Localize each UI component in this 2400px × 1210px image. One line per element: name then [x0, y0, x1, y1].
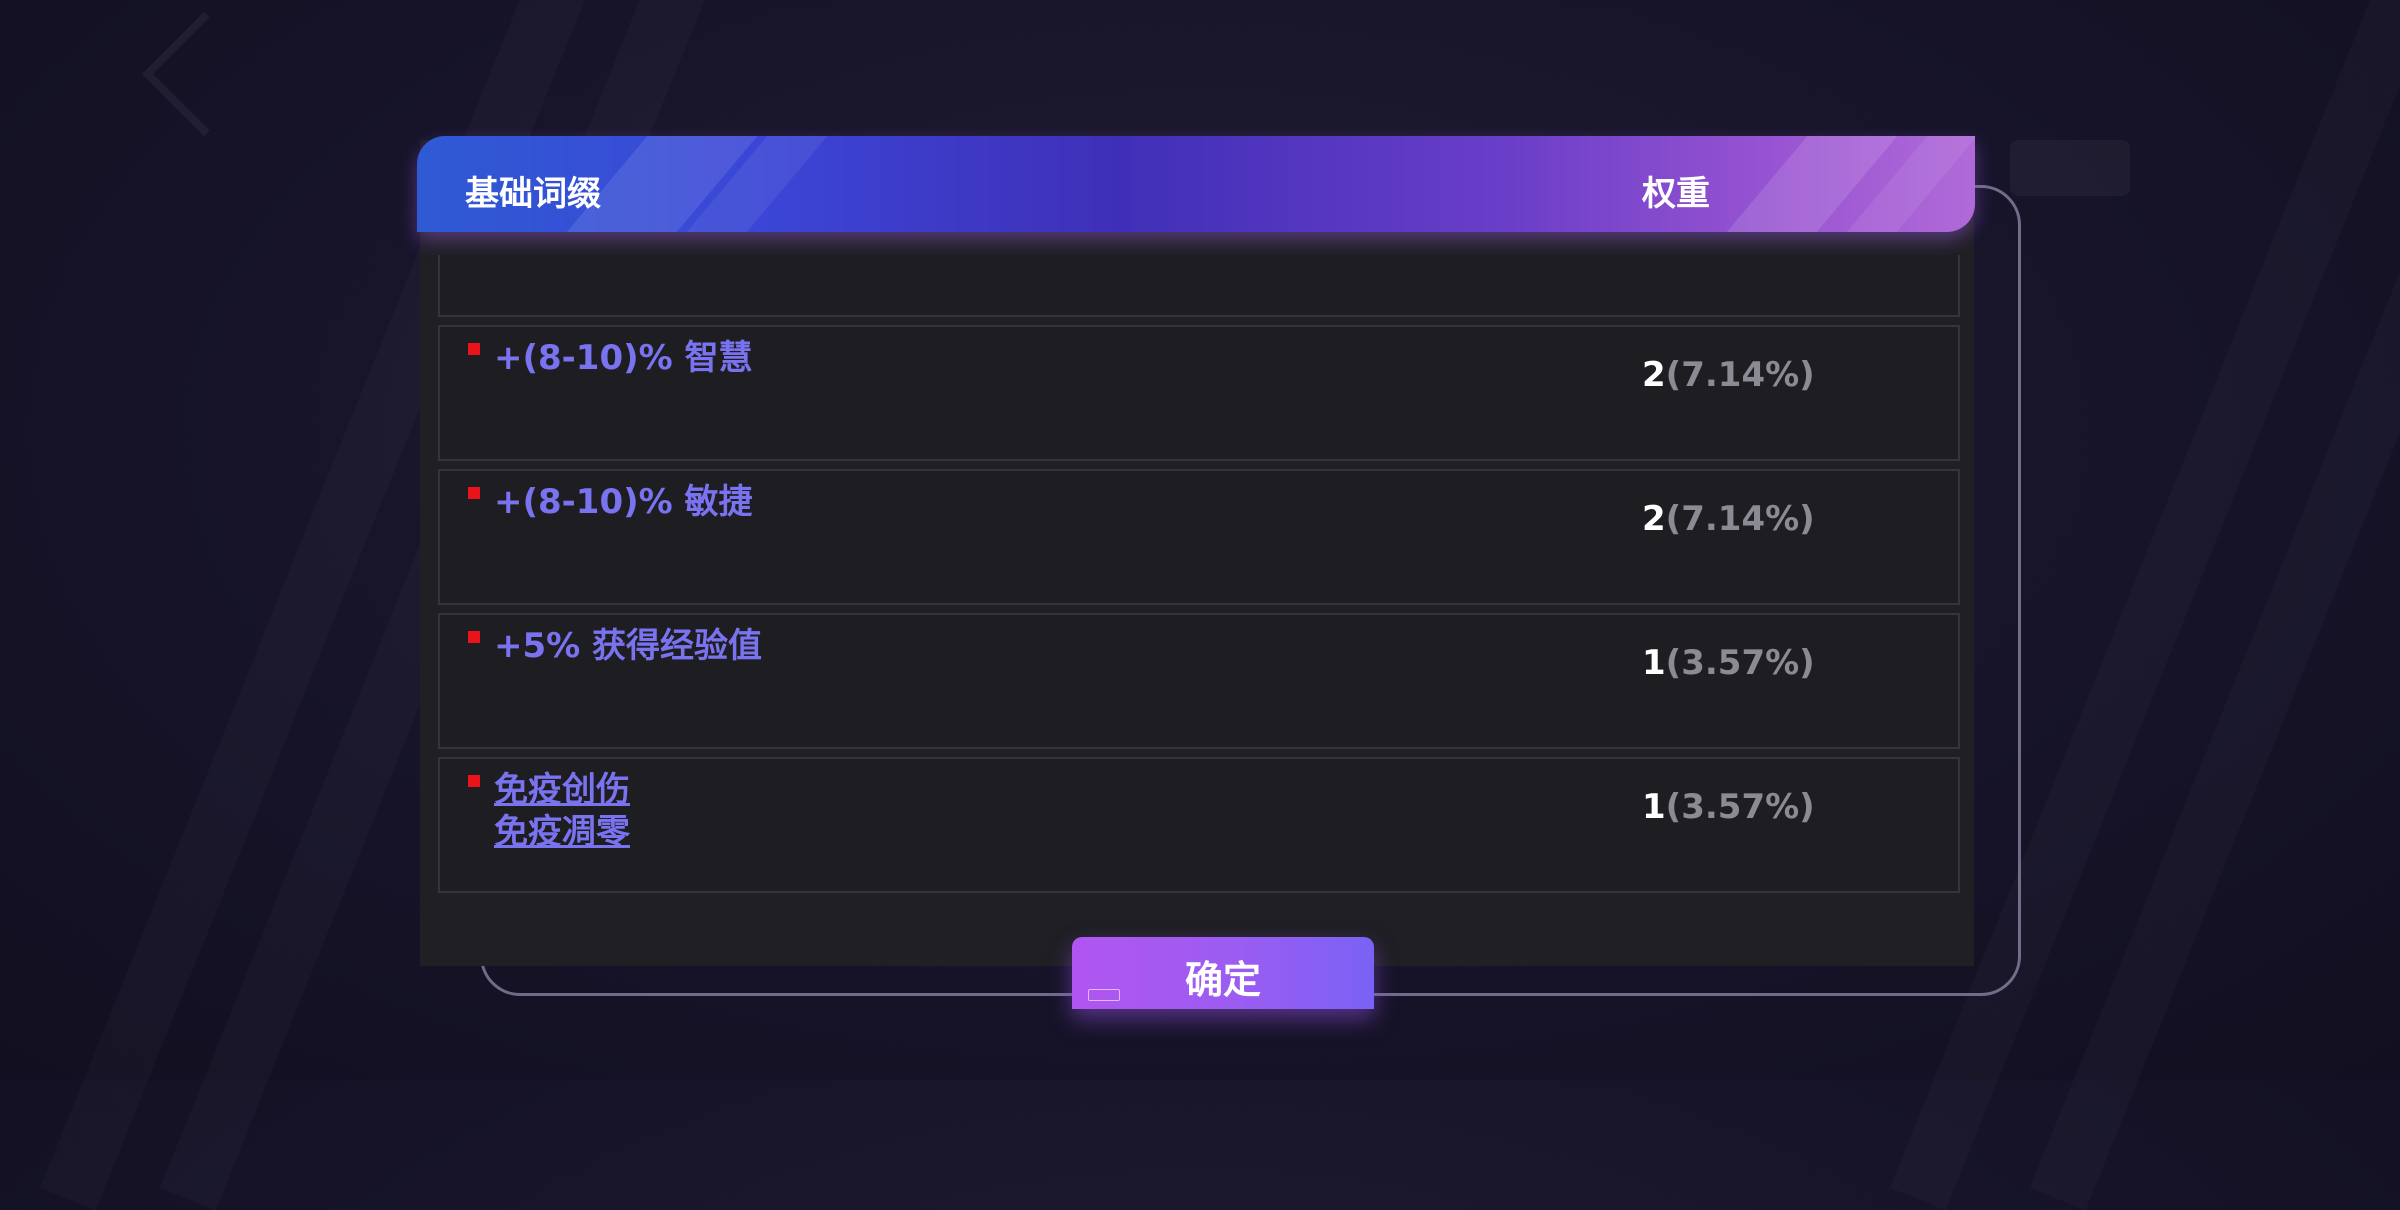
- red-square-marker-icon: [468, 775, 480, 787]
- confirm-button[interactable]: 确定: [1072, 937, 1374, 1009]
- button-tag-icon: [1088, 989, 1120, 1001]
- header-weight-column: 权重: [1642, 174, 1710, 214]
- affix-weight: 1(3.57%): [1642, 787, 1815, 827]
- affix-weight-percent: (3.57%): [1665, 787, 1815, 827]
- affix-link-immune-wither[interactable]: 免疫凋零: [494, 811, 630, 853]
- affix-weight: 2(7.14%): [1642, 355, 1815, 395]
- red-square-marker-icon: [468, 631, 480, 643]
- table-row: +(8-10)% 敏捷 2(7.14%): [438, 469, 1960, 605]
- back-arrow-icon: [141, 11, 267, 137]
- table-header: 基础词缀 权重: [417, 136, 1975, 232]
- table-row: 免疫创伤 免疫凋零 1(3.57%): [438, 757, 1960, 893]
- affix-name: +(8-10)% 敏捷: [494, 482, 753, 522]
- affix-name: +(8-10)% 智慧: [494, 338, 753, 378]
- red-square-marker-icon: [468, 487, 480, 499]
- affix-name: +5% 获得经验值: [494, 626, 763, 666]
- table-row: +5% 获得经验值 1(3.57%): [438, 613, 1960, 749]
- affix-weight-percent: (7.14%): [1665, 499, 1815, 539]
- header-affix-column: 基础词缀: [465, 174, 601, 214]
- affix-weight-percent: (7.14%): [1665, 355, 1815, 395]
- table-row: +(8-10)% 智慧 2(7.14%): [438, 325, 1960, 461]
- affix-link-immune-trauma[interactable]: 免疫创伤: [494, 769, 630, 811]
- affix-weight: 1(3.57%): [1642, 643, 1815, 683]
- affix-name-group: 免疫创伤 免疫凋零: [494, 769, 630, 853]
- red-square-marker-icon: [468, 343, 480, 355]
- affix-weight: 2(7.14%): [1642, 499, 1815, 539]
- affix-weight-percent: (3.57%): [1665, 643, 1815, 683]
- table-row-empty: [438, 255, 1960, 317]
